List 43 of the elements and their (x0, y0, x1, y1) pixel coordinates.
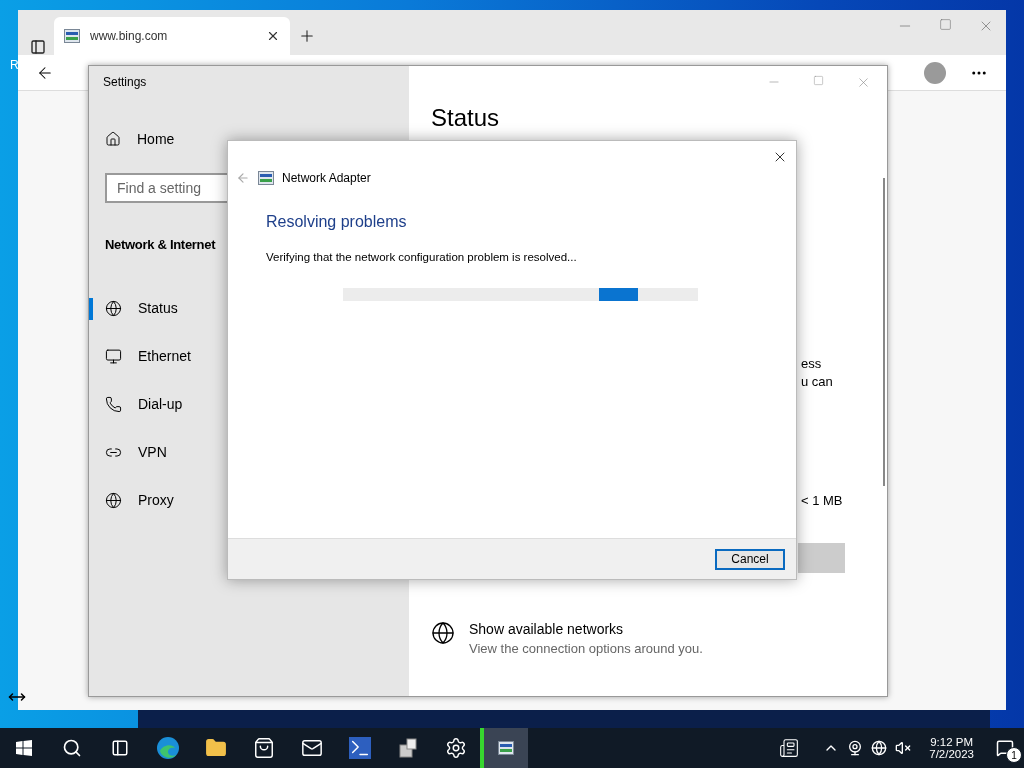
webcam-icon[interactable] (847, 740, 864, 756)
monitor-icon (105, 347, 122, 365)
page-icon (64, 29, 80, 43)
new-tab-icon[interactable] (298, 27, 316, 45)
link-description: View the connection options around you. (469, 641, 703, 656)
windows-logo-icon[interactable] (16, 740, 32, 756)
network-adapter-icon[interactable] (498, 741, 514, 755)
browser-tab[interactable]: www.bing.com (54, 17, 290, 55)
clock[interactable]: 9:12 PM 7/2/2023 (929, 736, 974, 760)
edge-icon[interactable] (156, 736, 180, 760)
globe-icon (431, 621, 455, 645)
close-icon[interactable] (266, 29, 280, 43)
terminal-icon[interactable] (349, 737, 371, 759)
phone-icon (105, 395, 122, 413)
search-icon[interactable] (62, 738, 82, 758)
computer-box-icon[interactable] (397, 737, 419, 759)
text-fragment: < 1 MB (801, 493, 843, 508)
globe-icon (105, 299, 122, 317)
cancel-button[interactable]: Cancel (715, 548, 785, 570)
text-fragment: u can (801, 374, 833, 389)
tab-actions-icon[interactable] (30, 39, 46, 55)
desktop-icon-label: R (10, 58, 19, 72)
dialog-title: Network Adapter (282, 171, 371, 185)
task-view-icon[interactable] (111, 739, 129, 757)
network-icon[interactable] (871, 740, 888, 756)
window-title: Settings (103, 75, 148, 89)
status-message: Verifying that the network configuration problem is resolved... (266, 251, 578, 263)
profile-avatar[interactable] (924, 61, 946, 84)
globe-icon (105, 491, 122, 509)
settings-icon[interactable] (445, 737, 467, 759)
network-adapter-icon (258, 171, 274, 185)
home-icon (105, 131, 121, 147)
link-title[interactable]: Show available networks (469, 621, 703, 637)
shopping-bag-icon[interactable] (253, 737, 275, 759)
folder-icon[interactable] (205, 737, 227, 759)
page-heading: Status (431, 104, 500, 132)
dialog-heading: Resolving problems (266, 213, 408, 231)
muted-volume-icon[interactable] (895, 740, 912, 756)
section-title: Network & Internet (105, 237, 217, 252)
text-fragment: ess (801, 356, 822, 371)
news-icon[interactable] (779, 738, 800, 758)
scrollbar[interactable] (883, 178, 885, 486)
mail-icon[interactable] (301, 737, 323, 759)
